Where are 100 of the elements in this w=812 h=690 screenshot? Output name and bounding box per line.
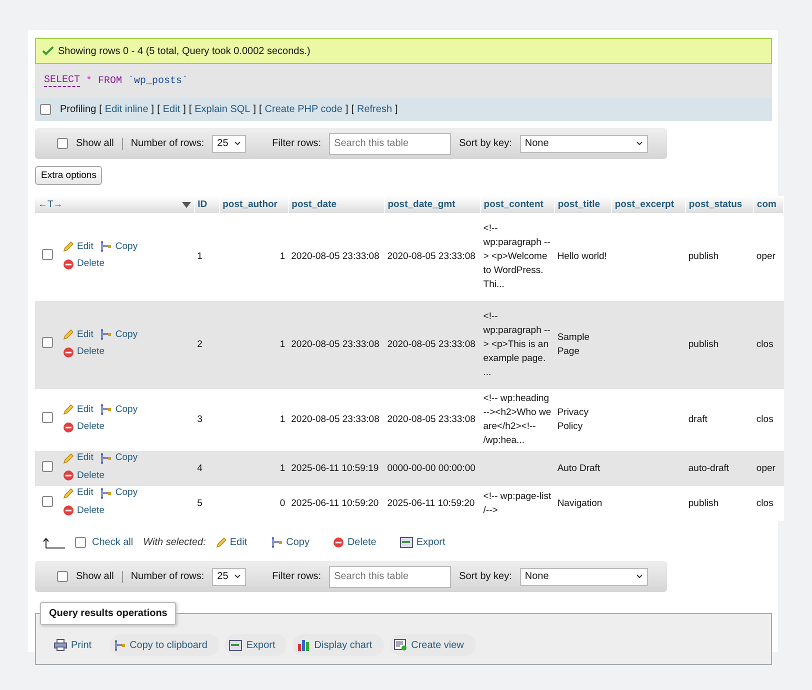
delete-icon — [63, 346, 74, 358]
copy-icon — [100, 329, 112, 340]
edit-link[interactable]: Edit — [63, 451, 94, 465]
export-button[interactable]: Export — [225, 634, 288, 656]
profiling-checkbox[interactable] — [40, 104, 51, 115]
copy-icon — [100, 452, 112, 464]
copy-link[interactable]: Copy — [100, 328, 138, 342]
sql-keyword: SELECT — [44, 75, 80, 87]
copy-icon — [271, 537, 284, 548]
table-cell: draft — [688, 413, 708, 427]
table-cell: Hello world! — [557, 250, 607, 264]
edit-link[interactable]: Edit — [216, 537, 248, 548]
delete-icon — [63, 505, 74, 516]
copy-link[interactable]: Copy — [271, 537, 310, 548]
caret-icon — [636, 141, 643, 146]
copy-button[interactable]: Copy to clipboard — [110, 634, 220, 656]
query-link[interactable]: Refresh — [357, 104, 392, 115]
row-checkbox[interactable] — [42, 460, 53, 472]
delete-link[interactable]: Delete — [63, 345, 104, 359]
bracket: ] — [151, 104, 154, 115]
table-cell: 1 — [280, 338, 286, 352]
query-link[interactable]: Create PHP code — [264, 104, 342, 115]
table-cell: auto-draft — [688, 462, 730, 476]
delete-icon — [63, 258, 74, 270]
copy-icon — [114, 640, 126, 650]
row-checkbox[interactable] — [42, 496, 53, 506]
query-link[interactable]: Edit — [162, 104, 180, 115]
sort-select[interactable]: None — [520, 568, 648, 586]
table-cell: <!-- wp:paragraph --> <p>This is an example page. ... — [483, 310, 552, 380]
bracket: [ — [99, 104, 102, 115]
edit-link[interactable]: Edit — [63, 402, 94, 416]
dropdown-icon[interactable] — [182, 202, 191, 208]
table-cell: 1 — [280, 250, 286, 264]
table-cell: 0 — [280, 496, 286, 510]
sort-label: Sort by key: — [459, 571, 512, 582]
check-all-checkbox[interactable] — [75, 537, 86, 548]
table-cell: clos — [756, 338, 774, 352]
table-cell: 1 — [197, 250, 202, 264]
sort-select[interactable]: None — [520, 134, 648, 152]
caret-icon — [234, 574, 242, 579]
row-checkbox[interactable] — [42, 337, 53, 348]
filter-input[interactable]: Search this table — [329, 132, 452, 154]
filter-input[interactable]: Search this table — [329, 566, 452, 588]
table-cell-text: Privacy Policy — [557, 406, 590, 434]
bracket: [ — [157, 104, 160, 115]
rows-label: Number of rows: — [130, 571, 204, 582]
copy-link[interactable]: Copy — [100, 486, 138, 500]
delete-icon — [333, 537, 344, 548]
sql-table-name: `wp_posts` — [128, 76, 188, 86]
filter-label: Filter rows: — [272, 138, 322, 149]
table-cell: 2 — [197, 338, 202, 352]
edit-link[interactable]: Edit — [63, 240, 94, 254]
show-all-label: Show all — [76, 571, 114, 582]
table-cell: <!-- wp:page-list /--> — [483, 490, 552, 518]
filter-label: Filter rows: — [272, 571, 322, 582]
delete-icon — [63, 422, 74, 432]
delete-link[interactable]: Delete — [63, 504, 104, 518]
check-all-link[interactable]: Check all — [92, 537, 134, 548]
table-cell: 2020-08-05 23:33:08 — [387, 250, 476, 264]
show-all-label: Show all — [76, 138, 114, 149]
edit-link[interactable]: Edit — [63, 328, 94, 342]
rows-label: Number of rows: — [130, 138, 204, 149]
checkbox[interactable] — [57, 571, 68, 582]
checkbox[interactable] — [57, 138, 68, 149]
table-cell: publish — [688, 338, 718, 352]
delete-link[interactable]: Delete — [63, 257, 104, 271]
print-button[interactable]: Print — [50, 634, 104, 656]
check-icon — [42, 46, 54, 56]
export-link[interactable]: Export — [400, 537, 446, 548]
pencil-icon — [63, 329, 74, 340]
column-toggle[interactable]: ←T→ — [38, 199, 63, 210]
delete-link[interactable]: Delete — [63, 420, 104, 434]
delete-link[interactable]: Delete — [333, 537, 376, 548]
table-cell: 2020-08-05 23:33:08 — [291, 338, 380, 352]
bar-chart-icon — [297, 639, 310, 651]
row-checkbox[interactable] — [42, 249, 53, 260]
caret-icon — [636, 574, 643, 579]
query-link[interactable]: Edit inline — [104, 104, 148, 115]
export-icon — [400, 537, 414, 548]
chart-button[interactable]: Display chart — [293, 634, 384, 656]
row-checkbox[interactable] — [42, 412, 53, 423]
copy-link[interactable]: Copy — [100, 402, 138, 416]
printer-icon — [54, 639, 67, 651]
query-link[interactable]: Explain SQL — [194, 104, 250, 115]
table-cell: 2020-08-05 23:33:08 — [387, 413, 476, 427]
bracket: ] — [253, 104, 256, 115]
copy-link[interactable]: Copy — [100, 240, 138, 254]
extra-options-button[interactable]: Extra options — [35, 166, 102, 185]
profiling-label: Profiling — [60, 104, 96, 115]
rows-select[interactable]: 25 — [212, 134, 246, 152]
table-cell: Auto Draft — [557, 462, 600, 476]
table-cell: 2025-06-11 10:59:20 — [387, 496, 475, 510]
copy-link[interactable]: Copy — [100, 451, 138, 465]
delete-link[interactable]: Delete — [63, 468, 104, 482]
rows-select[interactable]: 25 — [212, 568, 246, 586]
view-button[interactable]: Create view — [390, 634, 476, 656]
table-cell: clos — [756, 496, 774, 510]
with-selected-label: With selected: — [143, 537, 206, 548]
bracket: [ — [259, 104, 262, 115]
edit-link[interactable]: Edit — [63, 486, 94, 500]
